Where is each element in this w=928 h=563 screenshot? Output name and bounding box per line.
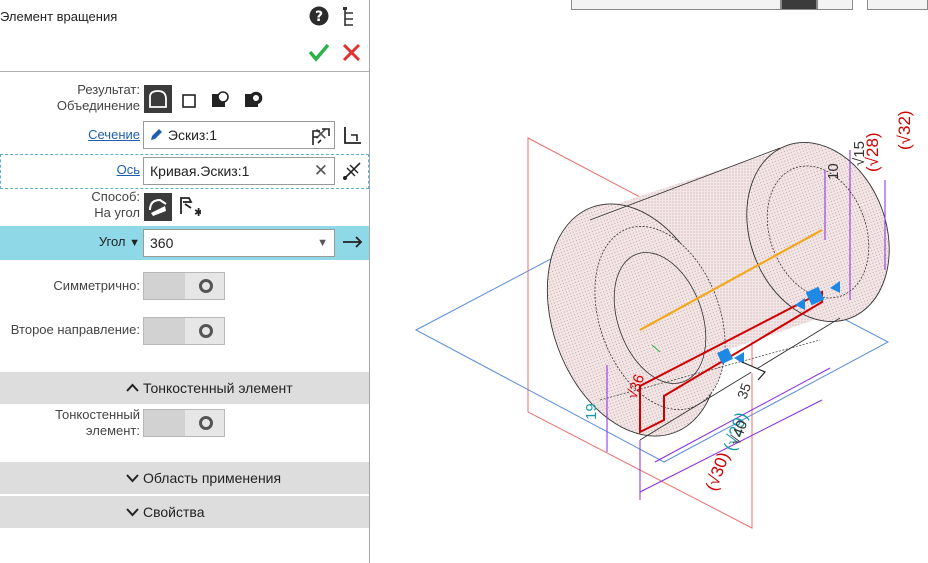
- symmetric-label: Симметрично:: [53, 278, 140, 293]
- angle-value: 360: [150, 235, 174, 251]
- panel-title: Элемент вращения: [0, 9, 118, 24]
- section-value: Эскиз:1: [167, 127, 217, 143]
- dim-15-label[interactable]: √15: [851, 141, 868, 166]
- dim-32-label[interactable]: (√32): [895, 110, 914, 150]
- subtract-icon[interactable]: [208, 88, 232, 112]
- method-label: Способ: На угол: [91, 189, 140, 220]
- svg-text:✱: ✱: [194, 206, 201, 218]
- help-icon[interactable]: ?: [309, 6, 329, 26]
- dim-19-label[interactable]: 19: [583, 403, 600, 420]
- by-angle-icon[interactable]: [144, 193, 172, 221]
- section-field[interactable]: Эскиз:1 ✕: [143, 121, 335, 149]
- angle-input[interactable]: 360 ▼: [143, 229, 335, 257]
- property-panel: Элемент вращения ? Результат: Объединени…: [0, 0, 370, 563]
- chevron-down-icon: [126, 496, 139, 528]
- dim-35-label[interactable]: 35: [734, 381, 754, 401]
- dim-30-label[interactable]: (√30): [702, 450, 733, 494]
- chevron-down-icon: [126, 462, 139, 494]
- 3d-viewport[interactable]: (√32) (√28) √15 10 (√30) (√29) √40 19 √3…: [371, 0, 928, 563]
- new-body-icon[interactable]: [177, 88, 201, 112]
- svg-text:?: ?: [315, 9, 323, 25]
- intersect-icon[interactable]: [241, 88, 265, 112]
- symmetric-toggle[interactable]: [143, 272, 225, 300]
- thin-wall-section-header[interactable]: Тонкостенный элемент: [0, 372, 369, 404]
- model-scene: (√32) (√28) √15 10 (√30) (√29) √40 19 √3…: [414, 110, 914, 529]
- toggle-knob: [199, 324, 213, 338]
- close-icon[interactable]: [342, 43, 361, 62]
- axis-field[interactable]: Кривая.Эскиз:1 ✕: [143, 157, 335, 185]
- union-icon[interactable]: [144, 85, 172, 113]
- revolved-body: [546, 142, 890, 441]
- toggle-knob: [199, 279, 213, 293]
- toggle-knob: [199, 416, 213, 430]
- axis-value: Кривая.Эскиз:1: [150, 163, 250, 179]
- up-to-object-icon[interactable]: ✱: [177, 194, 201, 218]
- sketch-edit-icon[interactable]: [309, 124, 333, 148]
- direction-arrow-icon[interactable]: [341, 230, 365, 254]
- chevron-down-icon: ▼: [129, 237, 140, 249]
- clear-icon[interactable]: ✕: [314, 158, 328, 184]
- tree-icon[interactable]: [341, 6, 357, 28]
- section-label[interactable]: Сечение: [88, 127, 140, 143]
- checkmark-icon[interactable]: [308, 42, 330, 62]
- chevron-down-icon[interactable]: ▼: [317, 230, 328, 256]
- angle-label[interactable]: Угол ▼: [99, 234, 140, 251]
- scope-section-header[interactable]: Область применения: [0, 462, 369, 494]
- properties-section-header[interactable]: Свойства: [0, 496, 369, 528]
- thin-wall-toggle[interactable]: [143, 409, 225, 437]
- sketch-select-icon[interactable]: [340, 124, 364, 148]
- chevron-up-icon: [126, 372, 139, 404]
- result-label: Результат: Объединение: [56, 82, 140, 113]
- thin-wall-label: Тонкостенный элемент:: [55, 407, 140, 438]
- dim-10-label[interactable]: 10: [825, 163, 842, 180]
- panel-header: Элемент вращения ?: [0, 0, 369, 72]
- axis-label[interactable]: Ось: [117, 162, 140, 178]
- second-direction-toggle[interactable]: [143, 317, 225, 345]
- second-direction-label: Второе направление:: [10, 322, 140, 337]
- pencil-icon: [150, 123, 164, 149]
- axis-select-icon[interactable]: [340, 159, 364, 183]
